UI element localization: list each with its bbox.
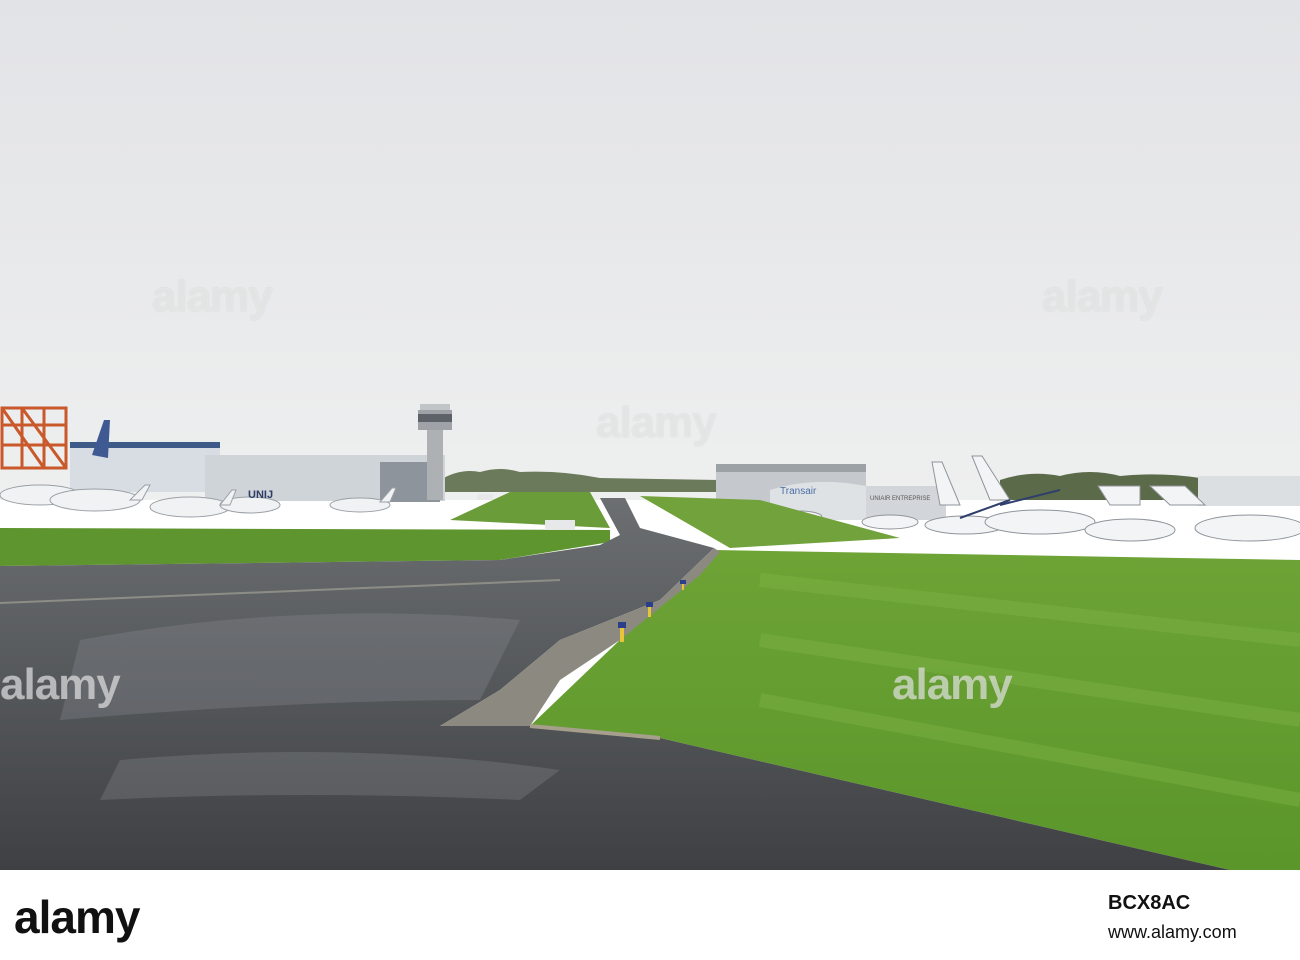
building-far-right [1198, 476, 1300, 506]
hangar-uniair [866, 486, 946, 520]
footer-bar: alamy BCX8AC www.alamy.com [0, 870, 1300, 960]
image-id: BCX8AC [1108, 892, 1191, 914]
uniair-sign: UNIAIR ENTREPRISE [870, 496, 930, 502]
footer-url: www.alamy.com [1108, 922, 1237, 942]
unijet-sign: UNIJ [248, 489, 273, 501]
airport-scene: Transair UNIAIR ENTREPRISE UNIJ [0, 0, 1300, 870]
transair-sign: Transair [780, 486, 817, 497]
vehicle [545, 520, 575, 530]
alamy-logo: alamy [14, 891, 140, 943]
photo-canvas: Transair UNIAIR ENTREPRISE UNIJ alamy al… [0, 0, 1300, 960]
sky [0, 0, 1300, 500]
